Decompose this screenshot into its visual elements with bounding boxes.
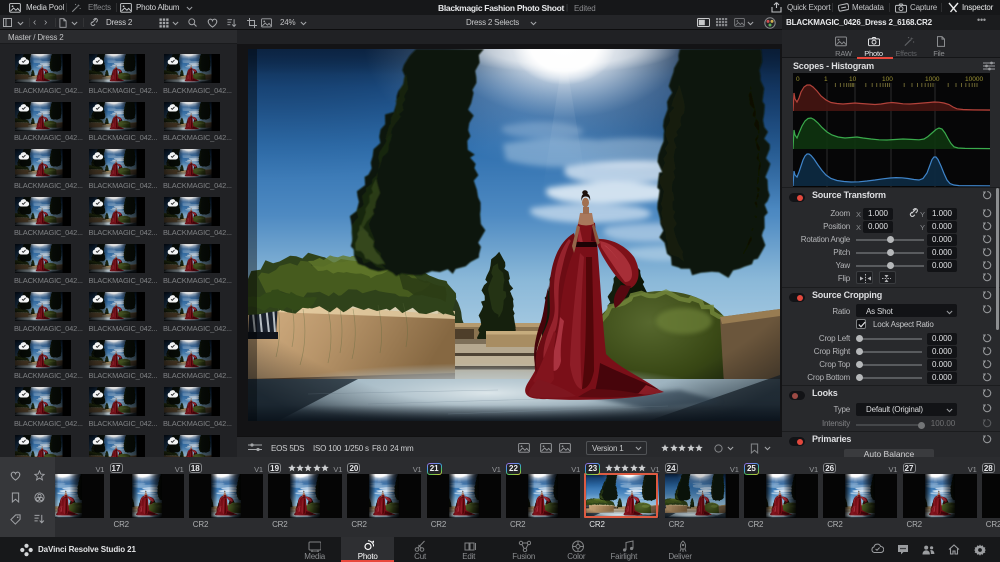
svg-text:1000: 1000 bbox=[925, 76, 940, 83]
svg-text:1: 1 bbox=[824, 76, 828, 83]
svg-text:0: 0 bbox=[796, 76, 800, 83]
svg-text:100: 100 bbox=[882, 76, 893, 83]
svg-text:10000: 10000 bbox=[965, 76, 983, 83]
svg-text:10: 10 bbox=[849, 76, 857, 83]
